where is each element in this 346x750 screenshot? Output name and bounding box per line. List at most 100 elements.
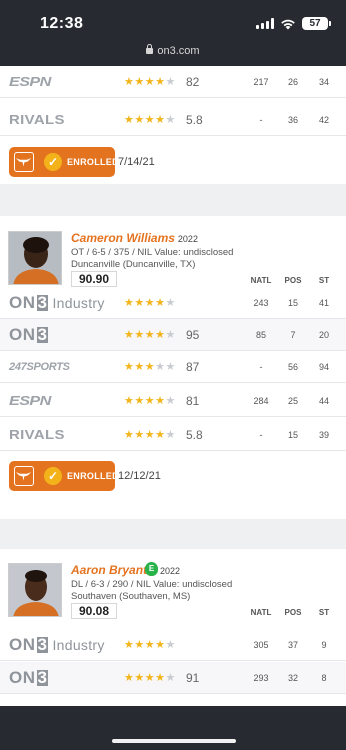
rating-row-247sports: 247SPORTS ★★★★★ 87 - 56 94 (0, 351, 346, 383)
rating-row-on3-industry: ON 3 Industry ★★★★★ 243 15 41 (0, 287, 346, 319)
pos-rank: 37 (287, 640, 298, 650)
state-rank: 20 (318, 330, 329, 340)
pos-rank: 25 (287, 396, 298, 406)
col-header-st: ST (318, 276, 330, 285)
state-rank: 44 (318, 396, 329, 406)
class-year: 2022 (177, 234, 198, 244)
rating-score: 95 (186, 328, 200, 342)
star-rating: ★★★★★ (124, 672, 176, 684)
rating-score: 91 (186, 671, 200, 685)
star-rating: ★★★★★ (124, 114, 176, 126)
player-info: OT / 6-5 / 375 / NIL Value: undisclosed (71, 247, 234, 258)
pos-rank: 7 (290, 330, 296, 340)
home-indicator[interactable] (112, 739, 236, 743)
check-icon: ✓ (44, 467, 62, 485)
player-name[interactable]: Aaron Bryant (71, 563, 147, 577)
col-header-st: ST (318, 608, 330, 617)
espn-logo: ESPN (9, 74, 51, 89)
natl-rank: - (259, 362, 263, 372)
rating-row-rivals: RIVALS ★★★★★ 5.8 - 15 39 (0, 419, 346, 451)
state-rank: 94 (318, 362, 329, 372)
player-hometown: Southaven (Southaven, MS) (71, 591, 191, 602)
cellular-signal-icon (256, 18, 274, 29)
pos-rank: 15 (287, 298, 298, 308)
natl-rank: 217 (253, 77, 269, 87)
player-rating: 90.90 (71, 271, 117, 287)
col-header-natl: NATL (250, 276, 272, 285)
address-bar[interactable]: on3.com (0, 44, 346, 57)
natl-rank: 85 (255, 330, 266, 340)
enrolled-date: 12/12/21 (118, 470, 161, 482)
check-icon: ✓ (44, 153, 62, 171)
player-card-previous: ESPN ★★★★★ 82 217 26 34 RIVALS ★★★★★ 5.8… (0, 66, 346, 184)
rating-row-rivals: RIVALS ★★★★★ 5.8 - 36 42 (0, 104, 346, 136)
247sports-logo: 247SPORTS (9, 361, 70, 373)
rating-score: 87 (186, 360, 200, 374)
enrolled-label: ENROLLED (67, 471, 119, 481)
rating-score: 81 (186, 394, 200, 408)
rating-row-on3: ON 3 ★★★★★ 91 293 32 8 (0, 662, 346, 694)
col-header-pos: POS (284, 276, 302, 285)
pos-rank: 15 (287, 430, 298, 440)
pos-rank: 32 (287, 673, 298, 683)
longhorn-logo-icon (14, 152, 34, 172)
url-text: on3.com (157, 45, 200, 57)
player-info: DL / 6-3 / 290 / NIL Value: undisclosed (71, 579, 233, 590)
rating-score: 5.8 (186, 113, 203, 127)
enrolled-status: ✓ ENROLLED 7/14/21 (0, 142, 346, 182)
natl-rank: 243 (253, 298, 269, 308)
pos-rank: 56 (287, 362, 298, 372)
player-rating: 90.08 (71, 603, 117, 619)
on3-industry-logo: ON 3 Industry (9, 635, 105, 654)
col-header-pos: POS (284, 608, 302, 617)
rating-row-on3-industry: ON 3 Industry ★★★★★ 305 37 9 (0, 629, 346, 661)
player-card: Aaron Bryant E 2022 DL / 6-3 / 290 / NIL… (0, 549, 346, 706)
rivals-logo: RIVALS (9, 112, 65, 127)
player-card: Cameron Williams 2022 OT / 6-5 / 375 / NI… (0, 216, 346, 519)
state-rank: 42 (318, 115, 329, 125)
pos-rank: 26 (287, 77, 298, 87)
state-rank: 41 (318, 298, 329, 308)
natl-rank: 284 (253, 396, 269, 406)
star-rating: ★★★★★ (124, 297, 176, 309)
state-rank: 39 (318, 430, 329, 440)
enrolled-status: ✓ ENROLLED 12/12/21 (0, 456, 346, 496)
player-name[interactable]: Cameron Williams 2022 (71, 231, 198, 245)
clock: 12:38 (40, 15, 84, 32)
elite-badge-icon: E (145, 562, 158, 576)
rivals-logo: RIVALS (9, 427, 65, 442)
natl-rank: - (259, 430, 263, 440)
natl-rank: 305 (253, 640, 269, 650)
wifi-icon (281, 19, 295, 29)
status-icons: 57 (256, 17, 331, 30)
pos-rank: 36 (287, 115, 298, 125)
state-rank: 8 (321, 673, 327, 683)
enrolled-badge[interactable]: ✓ ENROLLED (9, 147, 119, 177)
state-rank: 34 (318, 77, 329, 87)
battery-icon: 57 (302, 17, 331, 30)
bottom-bar (0, 706, 346, 750)
state-rank: 9 (321, 640, 327, 650)
class-year: 2022 (160, 566, 181, 576)
lock-icon (146, 44, 154, 54)
status-bar: 12:38 57 on3.com (0, 0, 346, 66)
rating-score: 82 (186, 75, 200, 89)
star-rating: ★★★★★ (124, 395, 176, 407)
player-hometown: Duncanville (Duncanville, TX) (71, 259, 196, 270)
natl-rank: 293 (253, 673, 269, 683)
player-photo[interactable] (8, 563, 62, 617)
star-rating: ★★★★★ (124, 76, 176, 88)
rating-row-on3: ON 3 ★★★★★ 95 85 7 20 (0, 319, 346, 351)
col-header-natl: NATL (250, 608, 272, 617)
on3-logo: ON 3 (9, 668, 49, 687)
on3-industry-logo: ON 3 Industry (9, 293, 105, 312)
on3-logo: ON 3 (9, 325, 49, 344)
star-rating: ★★★★★ (124, 361, 176, 373)
longhorn-logo-icon (14, 466, 34, 486)
enrolled-badge[interactable]: ✓ ENROLLED (9, 461, 119, 491)
rating-score: 5.8 (186, 428, 203, 442)
natl-rank: - (259, 115, 263, 125)
page-content[interactable]: ESPN ★★★★★ 82 217 26 34 RIVALS ★★★★★ 5.8… (0, 66, 346, 706)
player-photo[interactable] (8, 231, 62, 285)
player-header: Aaron Bryant E 2022 DL / 6-3 / 290 / NIL… (0, 562, 346, 623)
